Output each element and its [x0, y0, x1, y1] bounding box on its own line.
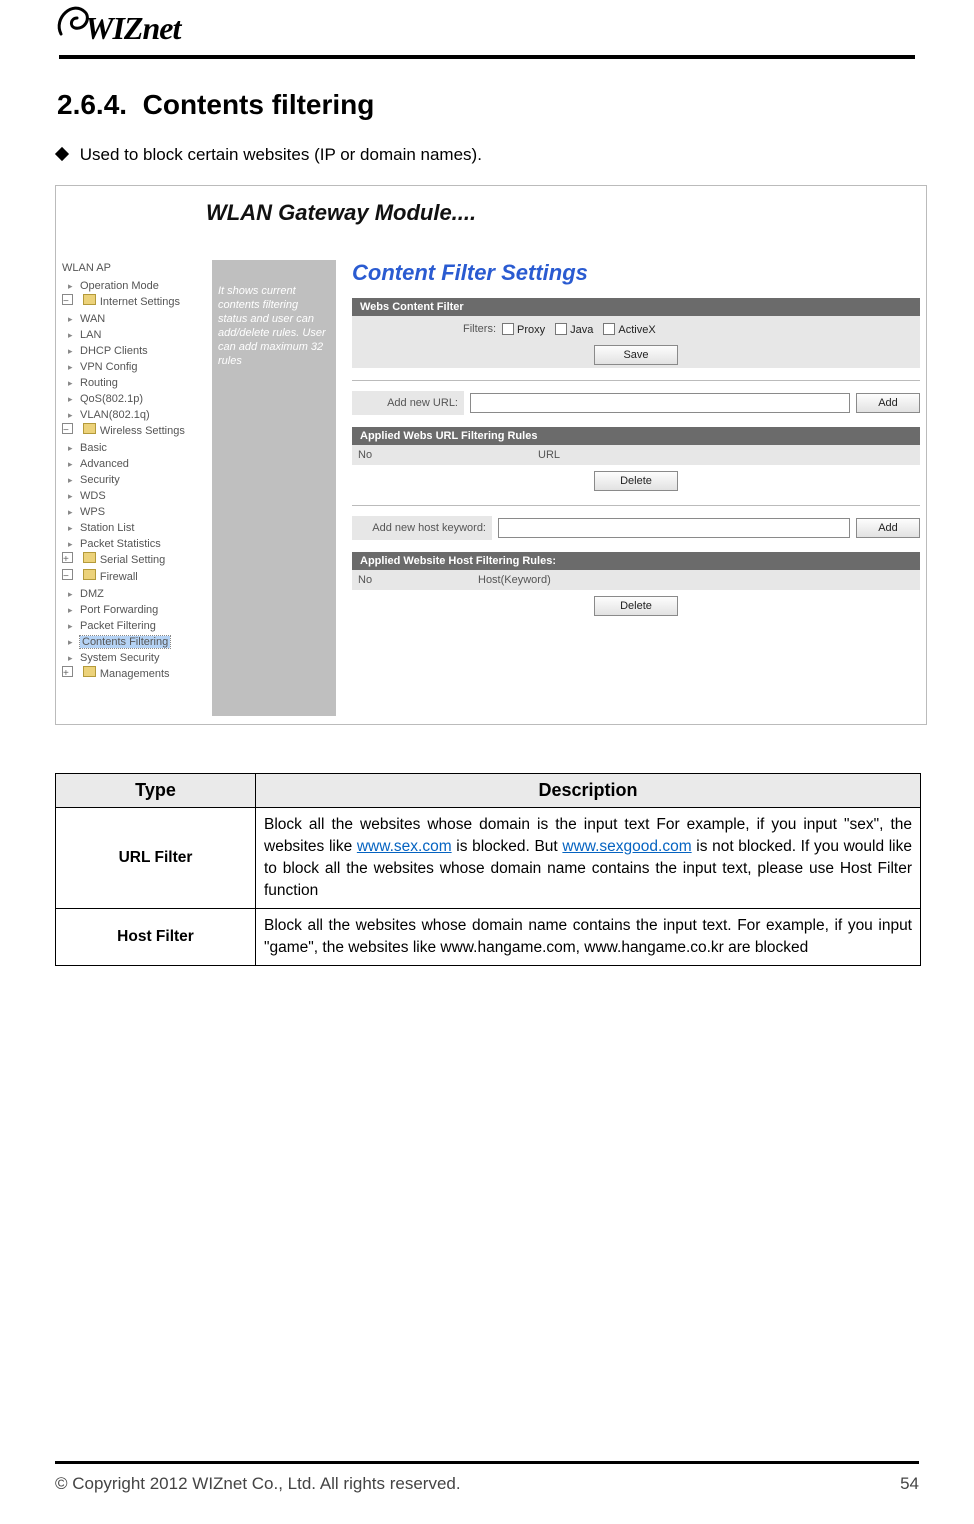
tree-node[interactable]: DMZ	[62, 586, 202, 602]
host-rules-bar: Applied Website Host Filtering Rules:	[352, 552, 920, 570]
add-host-label: Add new host keyword:	[352, 516, 492, 540]
module-banner: WLAN Gateway Module....	[206, 200, 476, 226]
desc-cell: Block all the websites whose domain is t…	[256, 808, 921, 909]
diamond-icon	[55, 147, 69, 161]
host-rules-block: Applied Website Host Filtering Rules: No…	[352, 552, 920, 618]
embedded-screenshot: WLAN Gateway Module.... WLAN AP Operatio…	[55, 185, 927, 725]
main-panel: Content Filter Settings Webs Content Fil…	[352, 260, 920, 718]
type-cell: URL Filter	[56, 808, 256, 909]
link-sexgood-com[interactable]: www.sexgood.com	[562, 838, 691, 855]
logo-text: WIZnet	[85, 10, 180, 46]
th-type: Type	[56, 774, 256, 808]
add-url-button[interactable]: Add	[856, 393, 920, 413]
tree-node[interactable]: WDS	[62, 488, 202, 504]
section-number: 2.6.4.	[57, 89, 127, 120]
tree-node[interactable]: Packet Statistics	[62, 536, 202, 552]
url-rules-bar: Applied Webs URL Filtering Rules	[352, 427, 920, 445]
type-cell: Host Filter	[56, 909, 256, 966]
filters-label: Filters:	[352, 323, 502, 335]
webs-content-filter-block: Webs Content Filter Filters: Proxy Java …	[352, 298, 920, 368]
intro-text: Used to block certain websites (IP or do…	[80, 145, 482, 164]
table-row: Host Filter Block all the websites whose…	[56, 909, 921, 966]
tree-node[interactable]: QoS(802.1p)	[62, 391, 202, 407]
divider	[352, 505, 920, 506]
col-no: No	[352, 570, 472, 590]
panel-title: Content Filter Settings	[352, 260, 920, 286]
tree-folder-wireless[interactable]: Wireless Settings	[62, 423, 202, 440]
section-title: Contents filtering	[143, 89, 375, 120]
nav-tree: WLAN AP Operation Mode Internet Settings…	[62, 260, 202, 683]
tree-node[interactable]: Routing	[62, 375, 202, 391]
url-rules-block: Applied Webs URL Filtering Rules No URL …	[352, 427, 920, 493]
page-number: 54	[900, 1474, 919, 1494]
section-heading: 2.6.4. Contents filtering	[57, 89, 919, 121]
tree-node[interactable]: WAN	[62, 311, 202, 327]
tree-node[interactable]: Packet Filtering	[62, 618, 202, 634]
tree-node[interactable]: Operation Mode	[62, 278, 202, 294]
add-url-input[interactable]	[470, 393, 850, 413]
webs-filter-bar: Webs Content Filter	[352, 298, 920, 316]
java-checkbox[interactable]: Java	[555, 323, 593, 336]
tree-folder-serial[interactable]: Serial Setting	[62, 552, 202, 569]
tree-node[interactable]: WPS	[62, 504, 202, 520]
link-sex-com[interactable]: www.sex.com	[357, 838, 452, 855]
divider	[352, 380, 920, 381]
proxy-checkbox[interactable]: Proxy	[502, 323, 545, 336]
delete-url-button[interactable]: Delete	[594, 471, 678, 491]
footer-divider	[55, 1461, 919, 1464]
page-footer: © Copyright 2012 WIZnet Co., Ltd. All ri…	[55, 1461, 919, 1494]
tree-folder-managements[interactable]: Managements	[62, 666, 202, 683]
desc-cell: Block all the websites whose domain name…	[256, 909, 921, 966]
tree-node[interactable]: Basic	[62, 440, 202, 456]
copyright-text: © Copyright 2012 WIZnet Co., Ltd. All ri…	[55, 1474, 461, 1494]
tree-node[interactable]: DHCP Clients	[62, 343, 202, 359]
activex-checkbox[interactable]: ActiveX	[603, 323, 655, 336]
add-url-row: Add new URL: Add	[352, 391, 920, 415]
add-host-input[interactable]	[498, 518, 850, 538]
col-url: URL	[532, 445, 920, 465]
col-no: No	[352, 445, 532, 465]
tree-node[interactable]: Port Forwarding	[62, 602, 202, 618]
tree-folder-internet[interactable]: Internet Settings	[62, 294, 202, 311]
tree-root: WLAN AP	[62, 260, 202, 276]
add-host-button[interactable]: Add	[856, 518, 920, 538]
tree-node[interactable]: Station List	[62, 520, 202, 536]
brand-logo: WIZnet	[55, 10, 919, 47]
header-divider	[59, 55, 915, 59]
tree-node[interactable]: LAN	[62, 327, 202, 343]
table-row: URL Filter Block all the websites whose …	[56, 808, 921, 909]
description-table: Type Description URL Filter Block all th…	[55, 773, 921, 966]
tree-node-selected[interactable]: Contents Filtering	[62, 634, 202, 650]
col-host: Host(Keyword)	[472, 570, 920, 590]
tree-node[interactable]: System Security	[62, 650, 202, 666]
intro-bullet: Used to block certain websites (IP or do…	[57, 145, 919, 165]
tree-node[interactable]: Security	[62, 472, 202, 488]
add-url-label: Add new URL:	[352, 391, 464, 415]
tree-node[interactable]: VPN Config	[62, 359, 202, 375]
logo-swirl-icon	[55, 4, 91, 40]
delete-host-button[interactable]: Delete	[594, 596, 678, 616]
tree-folder-firewall[interactable]: Firewall	[62, 569, 202, 586]
tree-node[interactable]: Advanced	[62, 456, 202, 472]
help-sidebar: It shows current contents filtering stat…	[212, 260, 336, 716]
tree-node[interactable]: VLAN(802.1q)	[62, 407, 202, 423]
th-desc: Description	[256, 774, 921, 808]
save-button[interactable]: Save	[594, 345, 678, 365]
add-host-row: Add new host keyword: Add	[352, 516, 920, 540]
